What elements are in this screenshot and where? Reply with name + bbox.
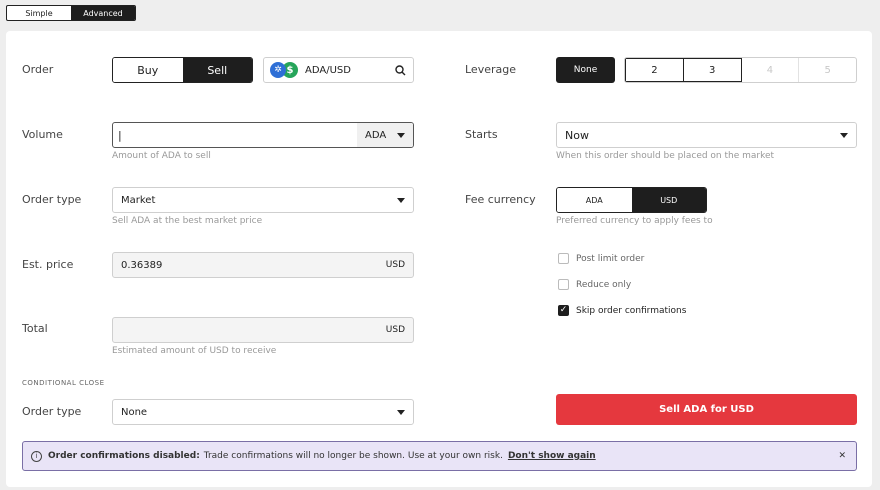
skip-confirm-checkbox[interactable]: ✓ xyxy=(558,305,569,316)
fee-usd-button[interactable]: USD xyxy=(631,188,706,212)
conditional-order-type-select[interactable]: None xyxy=(112,399,414,425)
est-price-value: 0.36389 xyxy=(121,259,163,271)
fee-currency-toggle: ADA USD xyxy=(556,187,707,213)
post-limit-checkbox[interactable] xyxy=(558,253,569,264)
banner-title: Order confirmations disabled: xyxy=(48,451,200,461)
total-unit: USD xyxy=(385,325,405,335)
close-icon[interactable]: ✕ xyxy=(838,451,846,461)
dont-show-again-link[interactable]: Don't show again xyxy=(508,451,596,461)
chevron-down-icon xyxy=(397,132,405,138)
conditional-close-heading: CONDITIONAL CLOSE xyxy=(22,379,105,387)
total-field: USD xyxy=(112,317,414,343)
search-icon[interactable] xyxy=(395,64,406,76)
volume-hint: Amount of ADA to sell xyxy=(112,151,211,161)
reduce-only-label: Reduce only xyxy=(576,279,632,290)
starts-hint: When this order should be placed on the … xyxy=(556,151,775,161)
order-type-value: Market xyxy=(121,194,156,206)
reduce-only-option[interactable]: Reduce only xyxy=(558,279,631,290)
order-type-select[interactable]: Market xyxy=(112,187,414,213)
skip-confirm-option[interactable]: ✓ Skip order confirmations xyxy=(558,305,686,316)
chevron-down-icon xyxy=(397,409,405,415)
leverage-none-button[interactable]: None xyxy=(556,57,615,83)
ada-coin-icon: ✲ xyxy=(270,62,286,78)
fee-currency-label: Fee currency xyxy=(465,193,536,206)
reduce-only-checkbox[interactable] xyxy=(558,279,569,290)
mode-simple-tab[interactable]: Simple xyxy=(7,6,71,20)
leverage-option-2[interactable]: 2 xyxy=(625,58,684,82)
mode-toggle: Simple Advanced xyxy=(6,5,136,21)
chevron-down-icon xyxy=(840,132,848,138)
order-label: Order xyxy=(22,63,54,76)
banner-text: Trade confirmations will no longer be sh… xyxy=(203,451,503,461)
volume-unit-label: ADA xyxy=(365,129,387,141)
leverage-option-5: 5 xyxy=(824,64,831,76)
chevron-down-icon xyxy=(397,197,405,203)
leverage-option-4: 4 xyxy=(742,58,800,82)
total-label: Total xyxy=(22,322,48,335)
volume-label: Volume xyxy=(22,128,63,141)
conditional-order-type-label: Order type xyxy=(22,405,82,418)
fee-ada-button[interactable]: ADA xyxy=(557,188,632,212)
buy-sell-toggle: Buy Sell xyxy=(112,57,253,83)
info-icon: i xyxy=(31,450,42,462)
confirmations-banner: i Order confirmations disabled: Trade co… xyxy=(22,441,857,471)
starts-value: Now xyxy=(565,128,589,142)
sell-submit-button[interactable]: Sell ADA for USD xyxy=(556,394,857,425)
leverage-option-3[interactable]: 3 xyxy=(683,58,742,82)
volume-field: | ADA xyxy=(112,122,414,148)
mode-advanced-tab[interactable]: Advanced xyxy=(71,6,135,20)
pair-label: ADA/USD xyxy=(305,64,351,76)
conditional-order-type-value: None xyxy=(121,406,148,418)
post-limit-label: Post limit order xyxy=(576,253,645,264)
skip-confirm-label: Skip order confirmations xyxy=(576,305,687,316)
est-price-label: Est. price xyxy=(22,258,74,271)
volume-input[interactable]: | xyxy=(113,123,357,147)
starts-label: Starts xyxy=(465,128,498,141)
buy-button[interactable]: Buy xyxy=(113,58,183,82)
starts-select[interactable]: Now xyxy=(556,122,857,148)
est-price-unit: USD xyxy=(385,260,405,270)
sell-button[interactable]: Sell xyxy=(182,58,252,82)
order-type-hint: Sell ADA at the best market price xyxy=(112,216,263,226)
est-price-field: 0.36389 USD xyxy=(112,252,414,278)
total-hint: Estimated amount of USD to receive xyxy=(112,346,277,356)
pair-selector[interactable]: ✲ $ ADA/USD xyxy=(263,57,414,83)
volume-unit-select[interactable]: ADA xyxy=(357,123,413,147)
post-limit-option[interactable]: Post limit order xyxy=(558,253,644,264)
order-type-label: Order type xyxy=(22,193,82,206)
leverage-options: 2 3 4 5 xyxy=(624,57,857,83)
fee-currency-hint: Preferred currency to apply fees to xyxy=(556,216,713,226)
leverage-label: Leverage xyxy=(465,63,516,76)
